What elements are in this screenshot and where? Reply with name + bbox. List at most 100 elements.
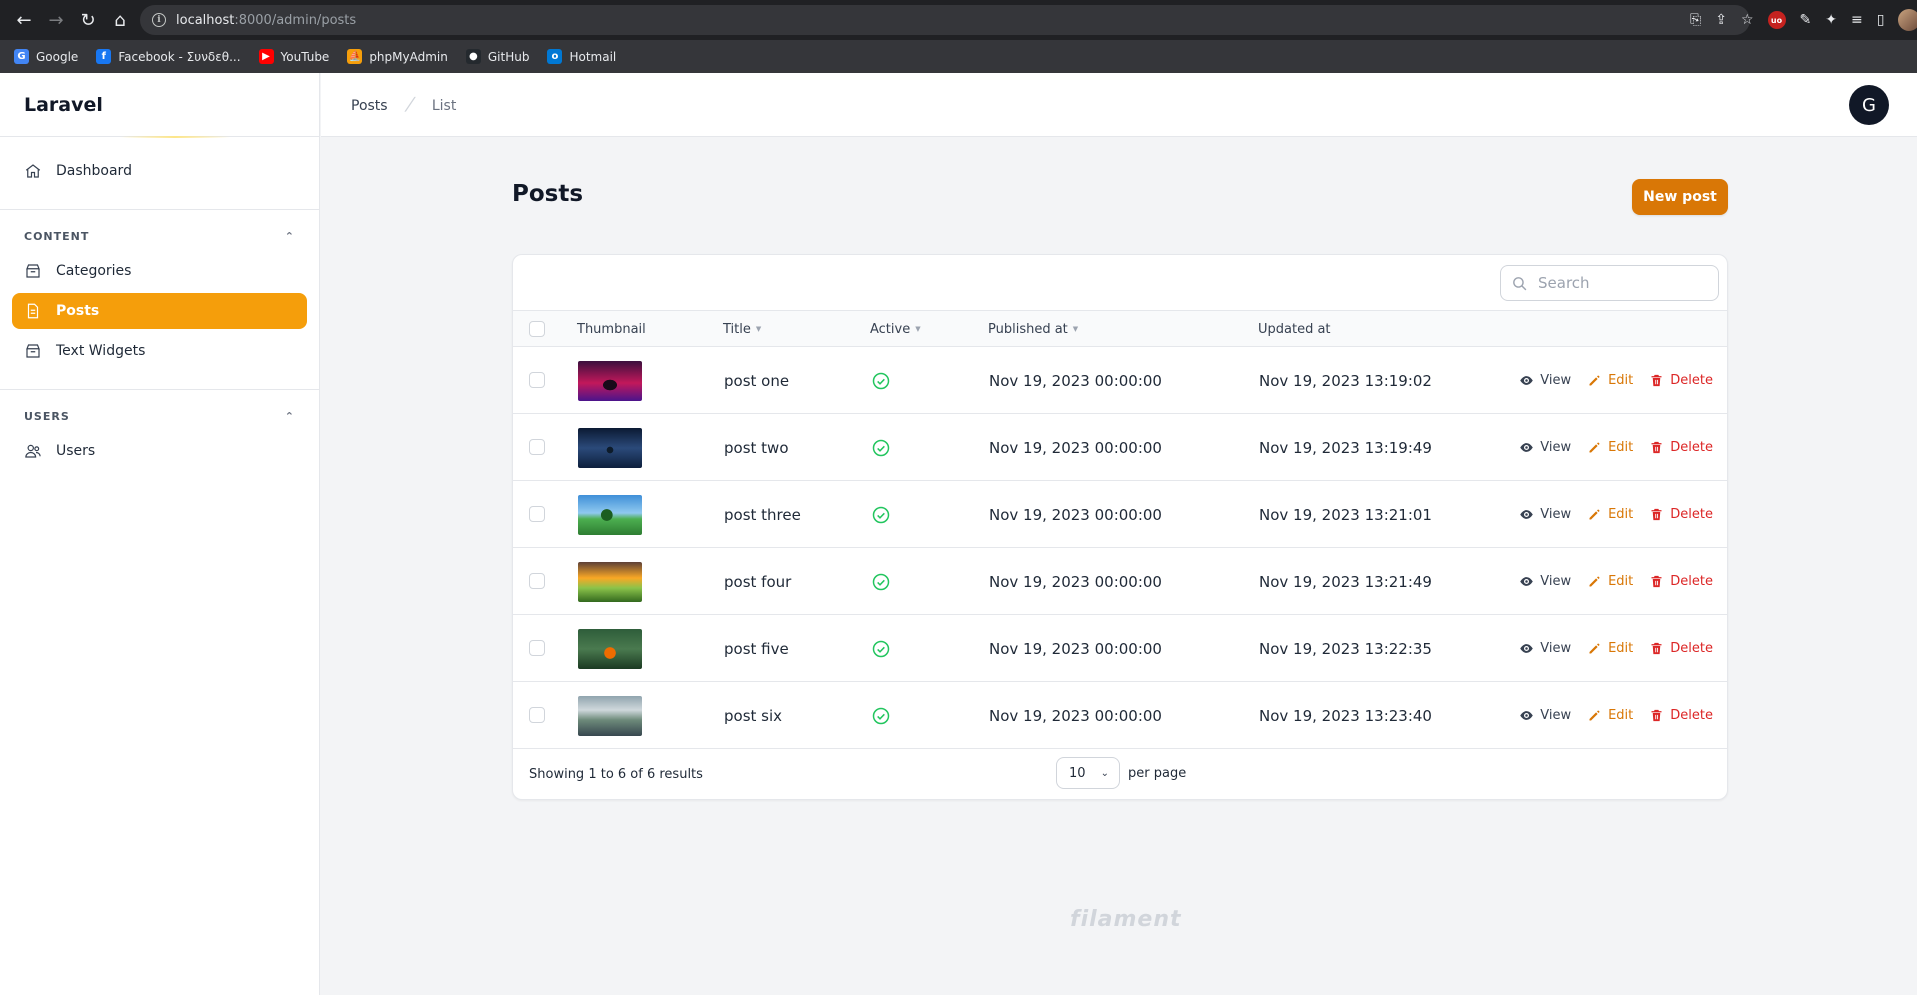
sidebar-item-text-widgets[interactable]: Text Widgets: [12, 333, 307, 369]
edit-button[interactable]: Edit: [1587, 373, 1633, 388]
filament-logo: filament: [1070, 907, 1182, 932]
table-row[interactable]: post six Nov 19, 2023 00:00:00 Nov 19, 202…: [513, 682, 1727, 749]
site-info-icon[interactable]: i: [152, 13, 166, 27]
translate-icon[interactable]: ⎘: [1690, 12, 1701, 28]
action-label: Edit: [1608, 574, 1634, 589]
page-title: Posts: [512, 181, 584, 207]
extensions-puzzle-icon[interactable]: ✦: [1825, 12, 1837, 28]
bookmark-star-icon[interactable]: ☆: [1741, 12, 1754, 28]
edit-button[interactable]: Edit: [1587, 641, 1633, 656]
row-checkbox[interactable]: [529, 640, 545, 656]
row-checkbox[interactable]: [529, 439, 545, 455]
delete-button[interactable]: Delete: [1649, 507, 1713, 522]
check-circle-icon: [872, 573, 890, 590]
table-row[interactable]: post five Nov 19, 2023 00:00:00 Nov 19, 20…: [513, 615, 1727, 682]
active-cell: [871, 414, 891, 481]
action-label: Delete: [1670, 507, 1713, 522]
select-all-checkbox[interactable]: [529, 321, 545, 337]
action-label: View: [1540, 641, 1572, 656]
search-input[interactable]: Search: [1500, 265, 1719, 301]
published-cell: Nov 19, 2023 00:00:00: [989, 505, 1162, 524]
bookmark-favicon-icon: ⛵: [347, 49, 363, 64]
color-picker-extension-icon[interactable]: ✎: [1800, 12, 1812, 28]
new-post-button[interactable]: New post: [1632, 179, 1728, 215]
bookmark-favicon-icon: f: [96, 49, 112, 64]
column-thumbnail: Thumbnail: [577, 311, 646, 347]
ublock-extension-icon[interactable]: uo: [1767, 11, 1786, 29]
column-label: Published at: [988, 321, 1068, 337]
group-header-content[interactable]: CONTENT ⌃: [12, 226, 307, 253]
row-checkbox[interactable]: [529, 573, 545, 589]
sort-icon[interactable]: ▼: [756, 325, 761, 333]
browser-profile-avatar[interactable]: [1898, 9, 1917, 31]
delete-button[interactable]: Delete: [1649, 708, 1713, 723]
row-checkbox[interactable]: [529, 506, 545, 522]
brand-logo[interactable]: Laravel: [0, 73, 319, 137]
post-thumbnail: [578, 360, 642, 401]
table-row[interactable]: post two Nov 19, 2023 00:00:00 Nov 19, 202…: [513, 414, 1727, 481]
reading-list-icon[interactable]: ≡: [1851, 12, 1863, 28]
sidebar-item-categories[interactable]: Categories: [12, 253, 307, 289]
home-icon[interactable]: ⌂: [106, 6, 134, 34]
users-icon: [25, 444, 41, 458]
group-header-users[interactable]: USERS ⌃: [12, 406, 307, 433]
edit-button[interactable]: Edit: [1587, 708, 1633, 723]
column-active[interactable]: Active ▼: [870, 311, 921, 347]
bookmark-label: Google: [36, 49, 79, 64]
bookmark-item[interactable]: G Google: [14, 49, 78, 64]
check-circle-icon: [872, 707, 890, 724]
active-cell: [871, 481, 891, 548]
edit-button[interactable]: Edit: [1587, 574, 1633, 589]
action-label: View: [1540, 373, 1572, 388]
sidebar-item-dashboard[interactable]: Dashboard: [12, 153, 307, 189]
bookmark-item[interactable]: ● GitHub: [465, 49, 529, 64]
view-button[interactable]: View: [1519, 440, 1571, 455]
url-path: :8000/admin/posts: [234, 12, 357, 28]
sort-icon[interactable]: ▼: [1073, 325, 1078, 333]
pencil-icon: [1589, 710, 1600, 721]
user-avatar[interactable]: G: [1849, 85, 1889, 125]
sidebar-item-users[interactable]: Users: [12, 433, 307, 469]
chevron-up-icon[interactable]: ⌃: [285, 230, 295, 243]
bookmark-item[interactable]: o Hotmail: [547, 49, 616, 64]
forward-icon[interactable]: →: [42, 6, 70, 34]
back-icon[interactable]: ←: [10, 6, 38, 34]
row-checkbox[interactable]: [529, 707, 545, 723]
bookmark-favicon-icon: ▶: [258, 49, 274, 64]
table-row[interactable]: post one Nov 19, 2023 00:00:00 Nov 19, 202…: [513, 347, 1727, 414]
column-published-at[interactable]: Published at ▼: [988, 311, 1078, 347]
delete-button[interactable]: Delete: [1649, 373, 1713, 388]
delete-button[interactable]: Delete: [1649, 574, 1713, 589]
action-label: View: [1540, 574, 1572, 589]
bookmarks-bar: G Google f Facebook - Συνδεθ... ▶ YouTube ⛵ php…: [0, 40, 1917, 73]
delete-button[interactable]: Delete: [1649, 641, 1713, 656]
bookmark-item[interactable]: f Facebook - Συνδεθ...: [96, 49, 241, 64]
reload-icon[interactable]: ↻: [74, 6, 102, 34]
view-button[interactable]: View: [1519, 507, 1571, 522]
sidebar-item-posts[interactable]: Posts: [12, 293, 307, 329]
table-row[interactable]: post three Nov 19, 2023 00:00:00 Nov 19, 2…: [513, 481, 1727, 548]
bookmark-item[interactable]: ▶ YouTube: [258, 49, 329, 64]
title-cell: post four: [724, 572, 792, 591]
table-row[interactable]: post four Nov 19, 2023 00:00:00 Nov 19, 20…: [513, 548, 1727, 615]
view-button[interactable]: View: [1519, 574, 1571, 589]
breadcrumb-posts[interactable]: Posts: [351, 98, 388, 114]
row-checkbox[interactable]: [529, 372, 545, 388]
edit-button[interactable]: Edit: [1587, 507, 1633, 522]
view-button[interactable]: View: [1519, 373, 1571, 388]
view-button[interactable]: View: [1519, 708, 1571, 723]
title-cell: post one: [724, 371, 790, 390]
side-panel-icon[interactable]: ▯: [1877, 12, 1885, 28]
per-page-select[interactable]: 10 ⌄: [1056, 757, 1120, 789]
bookmark-favicon-icon: G: [14, 49, 29, 64]
view-button[interactable]: View: [1519, 641, 1571, 656]
row-actions: View Edit Delete: [1519, 481, 1713, 548]
bookmark-item[interactable]: ⛵ phpMyAdmin: [347, 49, 448, 64]
edit-button[interactable]: Edit: [1587, 440, 1633, 455]
delete-button[interactable]: Delete: [1649, 440, 1713, 455]
address-bar[interactable]: i localhost:8000/admin/posts: [140, 5, 1750, 35]
sort-icon[interactable]: ▼: [915, 325, 920, 333]
chevron-up-icon[interactable]: ⌃: [285, 410, 295, 423]
column-title[interactable]: Title ▼: [723, 311, 761, 347]
share-icon[interactable]: ⇪: [1715, 12, 1727, 28]
